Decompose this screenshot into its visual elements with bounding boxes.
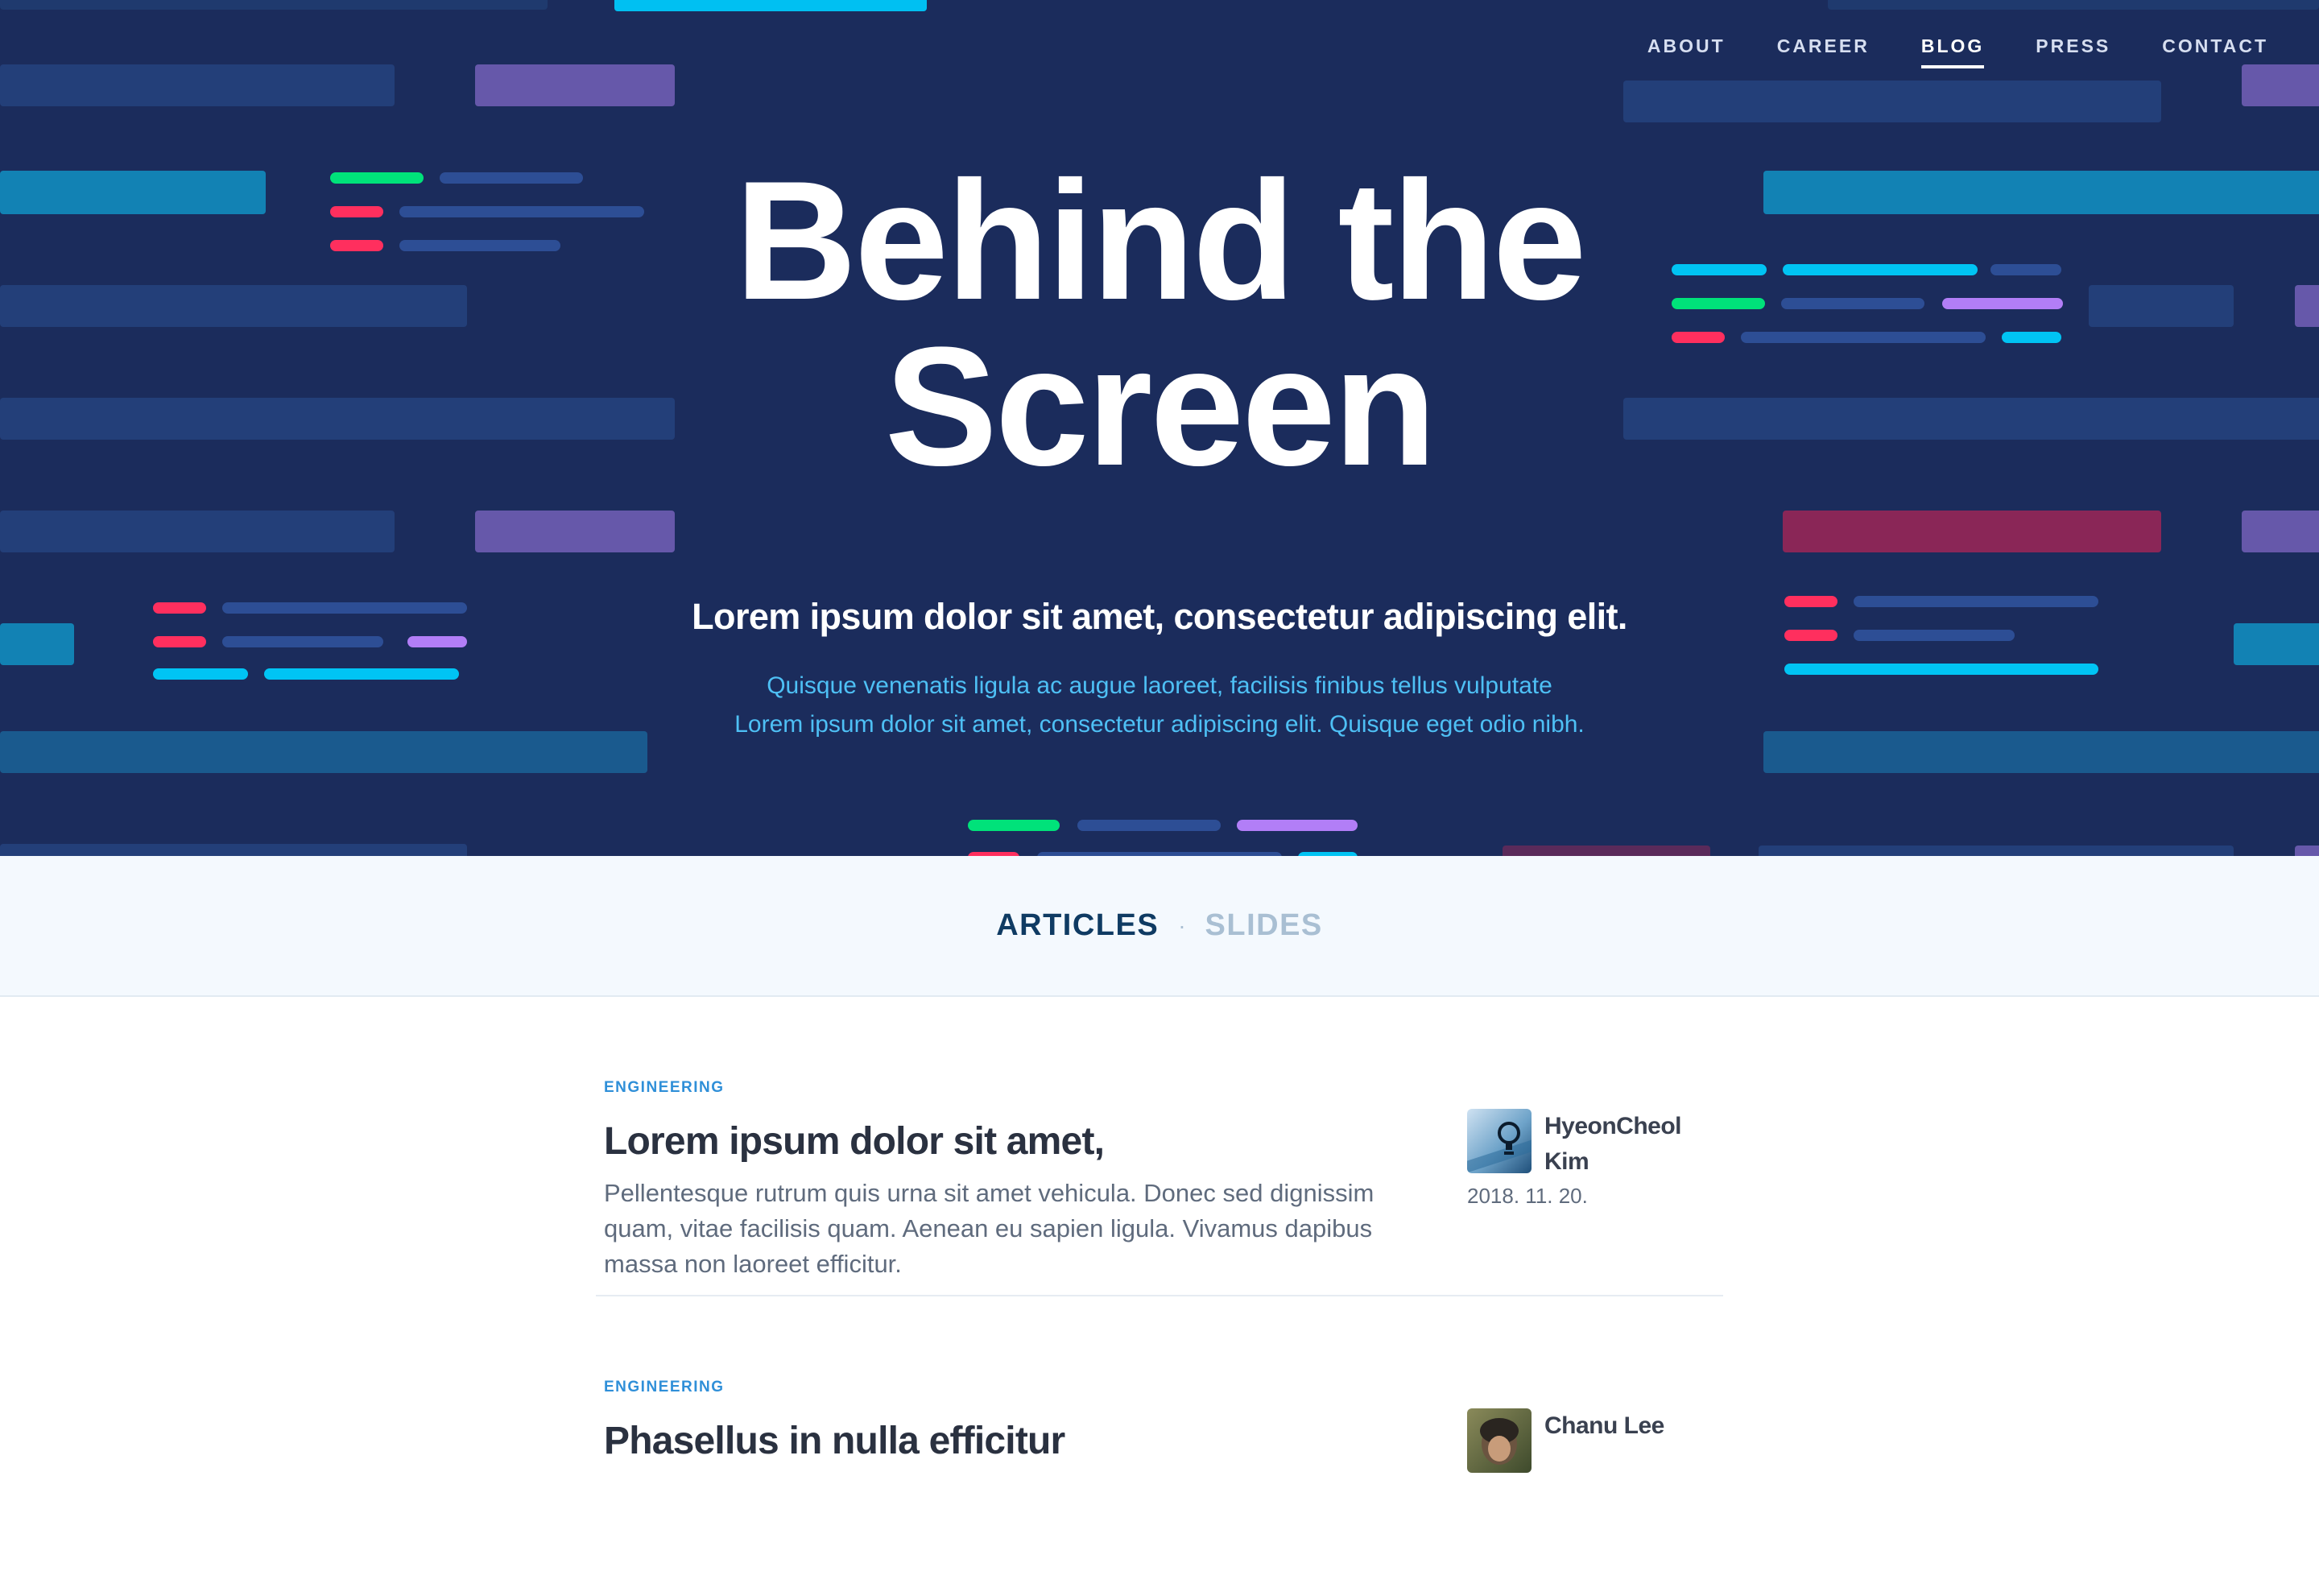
- person-photo-avatar-icon: [1467, 1408, 1532, 1473]
- author-avatar: [1467, 1109, 1532, 1173]
- bulb-keyboard-avatar-icon: [1467, 1109, 1532, 1173]
- article-excerpt: Pellentesque rutrum quis urna sit amet v…: [604, 1179, 1374, 1278]
- author-name[interactable]: HyeonCheol Kim: [1544, 1109, 1705, 1180]
- hero-title-line-1: Behind the: [734, 146, 1587, 335]
- article-date: 2018. 11. 20.: [1467, 1184, 1588, 1208]
- article-title[interactable]: Lorem ipsum dolor sit amet,: [604, 1119, 1409, 1164]
- nav-contact-link[interactable]: CONTACT: [2162, 35, 2268, 68]
- hero-banner: ABOUT CAREER BLOG PRESS CONTACT Behind t…: [0, 0, 2319, 856]
- top-navigation: ABOUT CAREER BLOG PRESS CONTACT: [1647, 35, 2268, 68]
- content-type-tabs: ARTICLES · SLIDES: [0, 856, 2319, 997]
- article-category[interactable]: ENGINEERING: [604, 1379, 725, 1396]
- hero-description: Quisque venenatis ligula ac augue laoree…: [0, 667, 2319, 744]
- tab-articles[interactable]: ARTICLES: [996, 908, 1159, 943]
- author-avatar: [1467, 1408, 1532, 1473]
- hero-subtitle: Lorem ipsum dolor sit amet, consectetur …: [692, 596, 1627, 637]
- article-category[interactable]: ENGINEERING: [604, 1079, 725, 1097]
- hero-description-line-2: Lorem ipsum dolor sit amet, consectetur …: [734, 711, 1585, 738]
- article-list: ENGINEERING Lorem ipsum dolor sit amet, …: [596, 997, 1723, 1596]
- article-item[interactable]: ENGINEERING Lorem ipsum dolor sit amet, …: [596, 997, 1723, 1296]
- nav-blog-link[interactable]: BLOG: [1920, 35, 1985, 68]
- tab-slides[interactable]: SLIDES: [1205, 908, 1323, 943]
- article-title[interactable]: Phasellus in nulla efficitur: [604, 1419, 1409, 1463]
- nav-about-link[interactable]: ABOUT: [1647, 35, 1726, 68]
- author-name[interactable]: Chanu Lee: [1544, 1408, 1705, 1444]
- hero-title: Behind the Screen: [0, 146, 2319, 501]
- hero-title-line-2: Screen: [884, 312, 1436, 501]
- nav-career-link[interactable]: CAREER: [1777, 35, 1870, 68]
- tab-separator: ·: [1178, 912, 1186, 938]
- hero-description-line-1: Quisque venenatis ligula ac augue laoree…: [767, 672, 1552, 699]
- nav-press-link[interactable]: PRESS: [2036, 35, 2110, 68]
- article-item[interactable]: ENGINEERING Phasellus in nulla efficitur…: [596, 1296, 1723, 1596]
